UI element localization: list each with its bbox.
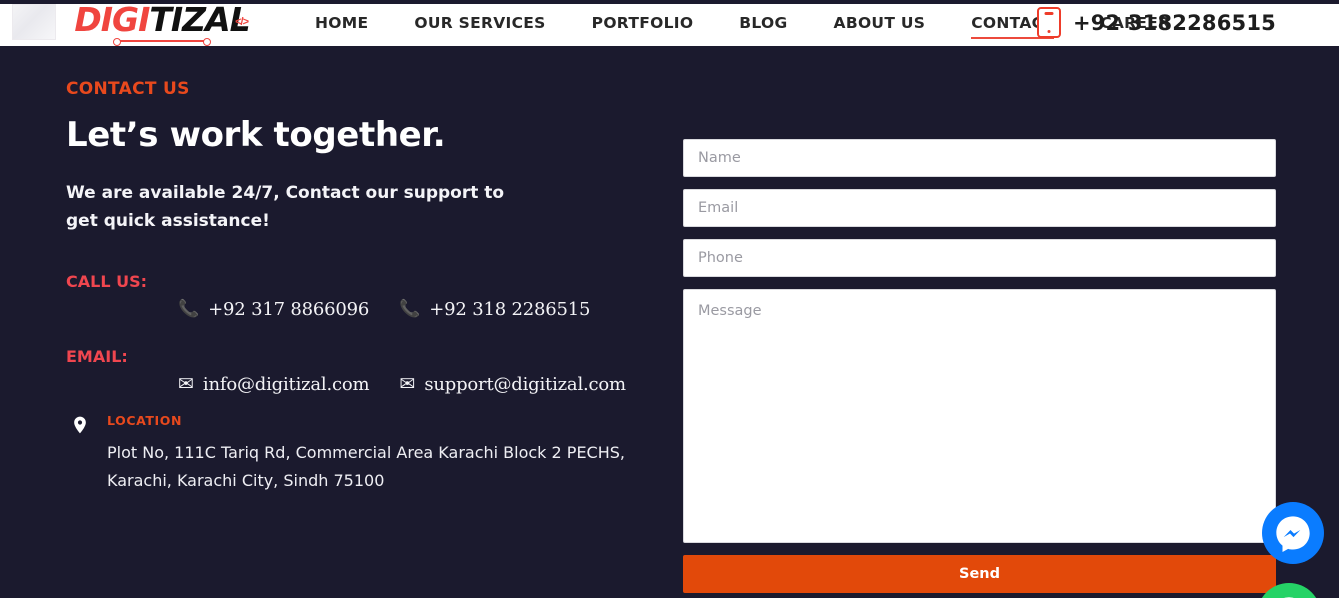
site-header: DIGITIZAL </> DIGITALIZE YOUR BUSINESS H…	[0, 0, 1339, 55]
contact-form: Send	[683, 139, 1276, 593]
whatsapp-icon	[1284, 597, 1294, 598]
phone-list: 📞 +92 317 8866096 📞 +92 318 2286515	[66, 299, 646, 320]
send-button[interactable]: Send	[683, 555, 1276, 593]
logo-part-1: DIGI	[74, 0, 150, 39]
nav-item-our-services[interactable]: OUR SERVICES	[391, 0, 568, 46]
email-address-2[interactable]: support@digitizal.com	[424, 374, 626, 395]
email-label: EMAIL:	[66, 347, 128, 366]
nav-item-about-us[interactable]: ABOUT US	[811, 0, 949, 46]
contact-section: CONTACT US Let’s work together. We are a…	[0, 46, 1339, 598]
code-brackets-icon: </>	[235, 16, 249, 28]
messenger-chat-button[interactable]	[1262, 502, 1324, 564]
mobile-phone-icon	[1036, 7, 1061, 38]
phone-number-1[interactable]: +92 317 8866096	[208, 299, 369, 320]
phone-handset-icon: 📞	[399, 299, 421, 318]
name-input[interactable]	[683, 139, 1276, 177]
phone-number-2[interactable]: +92 318 2286515	[429, 299, 590, 320]
logo-thumbnail	[12, 4, 56, 40]
email-list: ✉ info@digitizal.com ✉ support@digitizal…	[66, 374, 646, 395]
envelope-icon: ✉	[399, 374, 416, 395]
message-textarea[interactable]	[683, 289, 1276, 543]
phone-input[interactable]	[683, 239, 1276, 277]
logo-divider	[113, 38, 211, 46]
section-subline: We are available 24/7, Contact our suppo…	[66, 183, 505, 231]
contact-info-column: CONTACT US Let’s work together. We are a…	[66, 79, 646, 495]
logo-wordmark: DIGITIZAL </>	[72, 0, 252, 40]
header-phone[interactable]: +92 3182286515	[1036, 7, 1276, 38]
call-us-block: CALL US: 📞 +92 317 8866096 📞 +92 318 228…	[66, 272, 646, 320]
header-phone-number: +92 3182286515	[1072, 10, 1276, 35]
location-label: LOCATION	[107, 413, 183, 428]
email-block: EMAIL: ✉ info@digitizal.com ✉ support@di…	[66, 347, 646, 395]
section-eyebrow: CONTACT US	[66, 79, 190, 99]
envelope-icon: ✉	[178, 374, 194, 395]
call-us-label: CALL US:	[66, 272, 147, 291]
nav-item-portfolio[interactable]: PORTFOLIO	[569, 0, 717, 46]
email-input[interactable]	[683, 189, 1276, 227]
location-address: Plot No, 111C Tariq Rd, Commercial Area …	[107, 443, 625, 490]
phone-handset-icon: 📞	[178, 299, 200, 318]
nav-item-home[interactable]: HOME	[292, 0, 391, 46]
page-title: Let’s work together.	[66, 115, 446, 155]
map-pin-icon	[70, 415, 90, 435]
email-address-1[interactable]: info@digitizal.com	[203, 374, 370, 395]
location-block: LOCATION Plot No, 111C Tariq Rd, Commerc…	[66, 413, 646, 495]
nav-item-blog[interactable]: BLOG	[716, 0, 810, 46]
messenger-icon	[1276, 516, 1310, 552]
